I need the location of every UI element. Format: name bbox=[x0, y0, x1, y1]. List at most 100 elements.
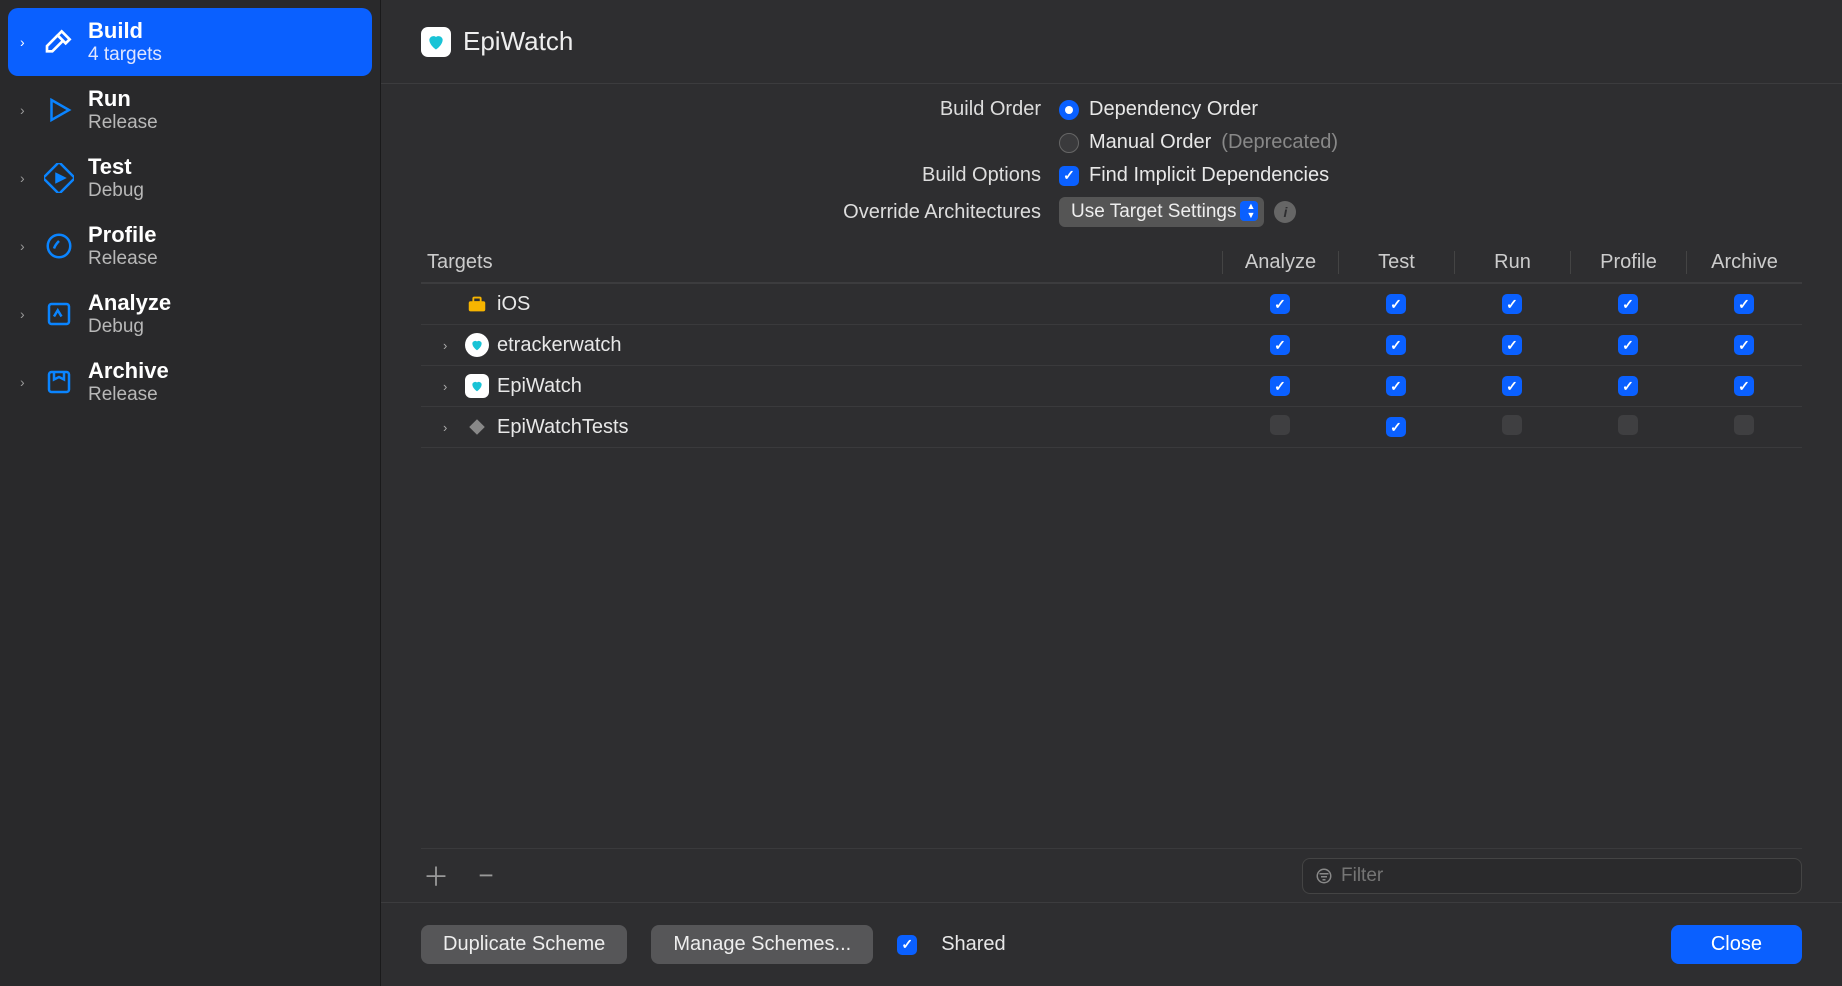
add-target-button[interactable]: ＋ bbox=[421, 857, 451, 894]
chevron-right-icon: › bbox=[20, 102, 30, 118]
col-analyze[interactable]: Analyze bbox=[1222, 251, 1338, 274]
checkbox-profile[interactable] bbox=[1618, 415, 1638, 435]
checkbox-find-implicit[interactable]: ✓ bbox=[1059, 166, 1079, 186]
checkbox-profile[interactable]: ✓ bbox=[1618, 335, 1638, 355]
radio-dependency-order[interactable] bbox=[1059, 100, 1079, 120]
sidebar-item-subtitle: Debug bbox=[88, 316, 171, 338]
sidebar-item-run[interactable]: › Run Release bbox=[8, 76, 372, 144]
sidebar-item-test[interactable]: › Test Debug bbox=[8, 144, 372, 212]
override-arch-value: Use Target Settings bbox=[1071, 201, 1236, 223]
checkbox-test[interactable]: ✓ bbox=[1386, 376, 1406, 396]
filter-icon bbox=[1315, 867, 1333, 885]
chevron-right-icon: › bbox=[20, 374, 30, 390]
table-toolbar: ＋ − bbox=[421, 848, 1802, 902]
sidebar-item-archive[interactable]: › Archive Release bbox=[8, 348, 372, 416]
checkbox-run[interactable]: ✓ bbox=[1502, 376, 1522, 396]
sidebar-item-subtitle: 4 targets bbox=[88, 44, 162, 66]
checkbox-analyze[interactable]: ✓ bbox=[1270, 294, 1290, 314]
target-icon bbox=[465, 333, 489, 357]
col-run[interactable]: Run bbox=[1454, 251, 1570, 274]
sidebar-item-subtitle: Release bbox=[88, 248, 158, 270]
checkbox-test[interactable]: ✓ bbox=[1386, 294, 1406, 314]
select-arrows-icon: ▲▼ bbox=[1247, 202, 1256, 220]
checkbox-run[interactable] bbox=[1502, 415, 1522, 435]
checkbox-analyze[interactable]: ✓ bbox=[1270, 376, 1290, 396]
chevron-right-icon: › bbox=[20, 34, 30, 50]
deprecated-label: (Deprecated) bbox=[1221, 131, 1338, 154]
analyze-icon bbox=[42, 297, 76, 331]
sidebar-item-build[interactable]: › Build 4 targets bbox=[8, 8, 372, 76]
build-options-section: Build Order Dependency Order Manual Orde… bbox=[381, 84, 1842, 243]
chevron-right-icon: › bbox=[20, 306, 30, 322]
shared-checkbox[interactable]: ✓ bbox=[897, 935, 917, 955]
sidebar-item-subtitle: Release bbox=[88, 384, 169, 406]
sidebar-item-title: Profile bbox=[88, 222, 158, 248]
checkbox-profile[interactable]: ✓ bbox=[1618, 376, 1638, 396]
targets-table: Targets Analyze Test Run Profile Archive… bbox=[381, 243, 1842, 902]
chevron-right-icon[interactable]: › bbox=[443, 338, 457, 353]
scheme-action-sidebar: › Build 4 targets › Run Release › bbox=[0, 0, 380, 986]
filter-input[interactable] bbox=[1341, 865, 1789, 887]
build-order-label: Build Order bbox=[421, 98, 1041, 121]
remove-target-button[interactable]: − bbox=[471, 860, 501, 891]
chevron-right-icon[interactable]: › bbox=[443, 420, 457, 435]
override-arch-select[interactable]: Use Target Settings ▲▼ bbox=[1059, 197, 1264, 227]
manage-schemes-button[interactable]: Manage Schemes... bbox=[651, 925, 873, 964]
app-icon bbox=[421, 27, 451, 57]
radio-dependency-order-label: Dependency Order bbox=[1089, 98, 1258, 121]
sidebar-item-subtitle: Release bbox=[88, 112, 158, 134]
dialog-footer: Duplicate Scheme Manage Schemes... ✓ Sha… bbox=[381, 902, 1842, 986]
chevron-right-icon: › bbox=[20, 170, 30, 186]
col-profile[interactable]: Profile bbox=[1570, 251, 1686, 274]
sidebar-item-profile[interactable]: › Profile Release bbox=[8, 212, 372, 280]
play-icon bbox=[42, 93, 76, 127]
checkbox-archive[interactable]: ✓ bbox=[1734, 294, 1754, 314]
table-row[interactable]: › etrackerwatch ✓ ✓ ✓ ✓ ✓ bbox=[421, 325, 1802, 366]
hammer-icon bbox=[42, 25, 76, 59]
chevron-right-icon: › bbox=[20, 238, 30, 254]
checkbox-run[interactable]: ✓ bbox=[1502, 294, 1522, 314]
checkbox-archive[interactable]: ✓ bbox=[1734, 376, 1754, 396]
checkbox-test[interactable]: ✓ bbox=[1386, 417, 1406, 437]
test-icon bbox=[42, 161, 76, 195]
archive-icon bbox=[42, 365, 76, 399]
checkbox-profile[interactable]: ✓ bbox=[1618, 294, 1638, 314]
filter-field[interactable] bbox=[1302, 858, 1802, 894]
col-archive[interactable]: Archive bbox=[1686, 251, 1802, 274]
target-icon bbox=[465, 292, 489, 316]
checkbox-analyze[interactable] bbox=[1270, 415, 1290, 435]
sidebar-item-subtitle: Debug bbox=[88, 180, 144, 202]
override-arch-label: Override Architectures bbox=[421, 201, 1041, 224]
target-name: iOS bbox=[497, 293, 530, 316]
info-icon[interactable]: i bbox=[1274, 201, 1296, 223]
gauge-icon bbox=[42, 229, 76, 263]
checkbox-archive[interactable]: ✓ bbox=[1734, 335, 1754, 355]
sidebar-item-title: Build bbox=[88, 18, 162, 44]
table-row[interactable]: iOS ✓ ✓ ✓ ✓ ✓ bbox=[421, 284, 1802, 325]
main-panel: EpiWatch Build Order Dependency Order Ma… bbox=[380, 0, 1842, 986]
target-name: EpiWatch bbox=[497, 375, 582, 398]
sidebar-item-title: Analyze bbox=[88, 290, 171, 316]
checkbox-run[interactable]: ✓ bbox=[1502, 335, 1522, 355]
duplicate-scheme-button[interactable]: Duplicate Scheme bbox=[421, 925, 627, 964]
target-icon bbox=[465, 374, 489, 398]
shared-label: Shared bbox=[941, 933, 1006, 956]
close-button[interactable]: Close bbox=[1671, 925, 1802, 964]
col-targets[interactable]: Targets bbox=[421, 251, 1222, 274]
checkbox-find-implicit-label: Find Implicit Dependencies bbox=[1089, 164, 1329, 187]
table-row[interactable]: › EpiWatch ✓ ✓ ✓ ✓ ✓ bbox=[421, 366, 1802, 407]
chevron-right-icon[interactable]: › bbox=[443, 379, 457, 394]
sidebar-item-title: Run bbox=[88, 86, 158, 112]
radio-manual-order[interactable] bbox=[1059, 133, 1079, 153]
checkbox-archive[interactable] bbox=[1734, 415, 1754, 435]
scheme-name: EpiWatch bbox=[463, 26, 573, 57]
target-icon bbox=[465, 415, 489, 439]
sidebar-item-analyze[interactable]: › Analyze Debug bbox=[8, 280, 372, 348]
table-row[interactable]: › EpiWatchTests ✓ bbox=[421, 407, 1802, 448]
build-options-label: Build Options bbox=[421, 164, 1041, 187]
col-test[interactable]: Test bbox=[1338, 251, 1454, 274]
checkbox-test[interactable]: ✓ bbox=[1386, 335, 1406, 355]
target-name: etrackerwatch bbox=[497, 334, 622, 357]
checkbox-analyze[interactable]: ✓ bbox=[1270, 335, 1290, 355]
sidebar-item-title: Archive bbox=[88, 358, 169, 384]
